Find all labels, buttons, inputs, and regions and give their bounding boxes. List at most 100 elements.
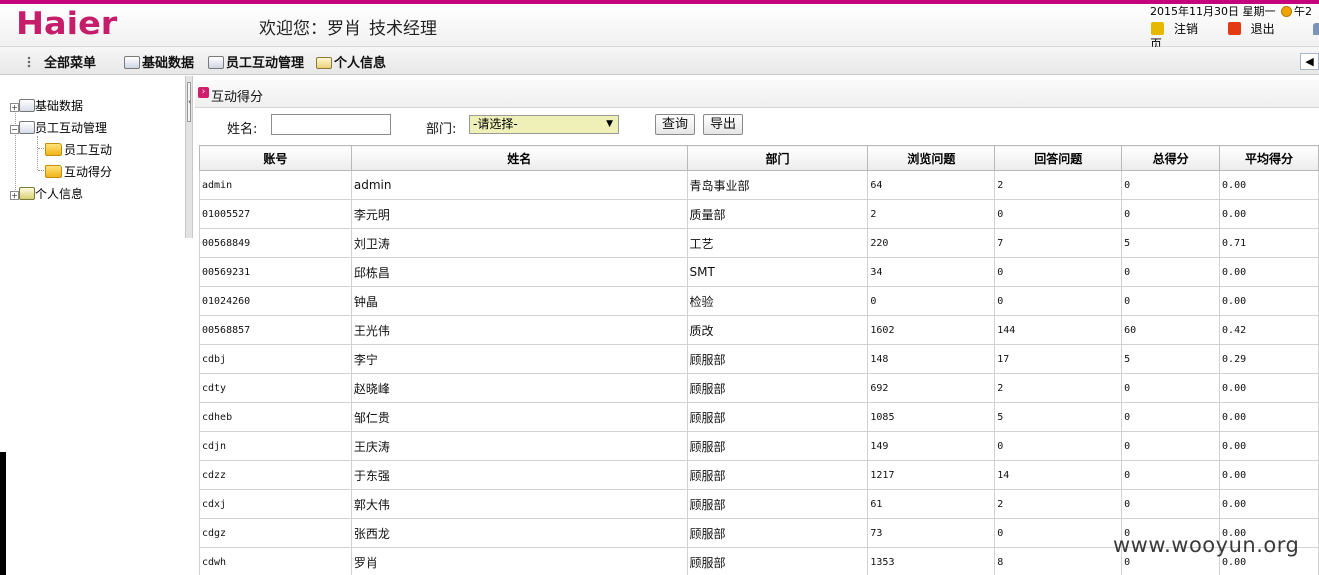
table-row[interactable]: admin admin 青岛事业部 64 2 0 0.00 — [199, 170, 1319, 200]
staff-interaction-icon — [19, 121, 35, 134]
tree-item-staff-interaction[interactable]: − 员工互动管理 — [10, 119, 107, 136]
total-score-cell: 0 — [1121, 170, 1221, 200]
column-header-department[interactable]: 部门 — [686, 145, 869, 171]
table-row[interactable]: cdxj 郭大伟 顾服部 61 2 0 0.00 — [199, 489, 1319, 519]
answered-cell: 0 — [994, 518, 1123, 548]
tree-item-interaction-score[interactable]: 互动得分 — [45, 163, 112, 180]
total-score-cell: 0 — [1121, 199, 1221, 229]
answered-cell: 0 — [994, 199, 1123, 229]
answered-cell: 14 — [994, 460, 1123, 490]
total-score-cell: 0 — [1121, 257, 1221, 287]
logout-link[interactable]: 注销 — [1151, 22, 1198, 36]
key-icon — [1151, 22, 1164, 35]
table-row[interactable]: cdheb 邹仁贵 顾服部 1085 5 0 0.00 — [199, 402, 1319, 432]
viewed-cell: 34 — [867, 257, 996, 287]
department-cell: 工艺 — [686, 228, 869, 258]
table-row[interactable]: cdzz 于东强 顾服部 1217 14 0 0.00 — [199, 460, 1319, 490]
answered-cell: 0 — [994, 286, 1123, 316]
filter-bar: 姓名: 部门: -请选择- ▼ 查询 导出 — [195, 110, 1319, 142]
department-cell: 质改 — [686, 315, 869, 345]
account-cell: cdzz — [199, 460, 352, 490]
user-name: 罗肖 — [327, 19, 361, 39]
table-row[interactable]: cdbj 李宁 顾服部 148 17 5 0.29 — [199, 344, 1319, 374]
name-cell: 张西龙 — [350, 518, 688, 548]
account-cell: 00568857 — [199, 315, 352, 345]
date-time: 2015年11月30日 星期一 午2 — [1150, 5, 1312, 19]
account-cell: 01005527 — [199, 199, 352, 229]
name-cell: 赵晓峰 — [350, 373, 688, 403]
welcome-prefix: 欢迎您： — [259, 19, 327, 39]
average-score-cell: 0.00 — [1219, 489, 1319, 519]
tree-item-staff-interaction-child[interactable]: 员工互动 — [45, 141, 112, 158]
answered-cell: 7 — [994, 228, 1123, 258]
table-row[interactable]: 00569231 邱栋昌 SMT 34 0 0 0.00 — [199, 257, 1319, 287]
department-cell: 质量部 — [686, 199, 869, 229]
department-cell: 顾服部 — [686, 431, 869, 461]
user-icon[interactable] — [1313, 23, 1319, 35]
personal-info-icon — [19, 187, 35, 200]
all-menu-button[interactable]: 全部菜单 — [26, 52, 96, 71]
account-cell: cdwh — [199, 547, 352, 575]
department-label: 部门: — [426, 122, 457, 137]
expand-icon[interactable]: + — [10, 103, 19, 112]
total-score-cell: 5 — [1121, 344, 1221, 374]
exit-link[interactable]: 退出 — [1227, 22, 1275, 36]
account-cell: cdheb — [199, 402, 352, 432]
sidebar-splitter[interactable]: ‹ — [185, 76, 193, 238]
column-header-average-score[interactable]: 平均得分 — [1219, 145, 1319, 171]
department-select[interactable]: -请选择- ▼ — [469, 115, 619, 134]
top-menu-bar: 全部菜单 基础数据 员工互动管理 个人信息 ◀ — [0, 47, 1319, 75]
department-cell: 顾服部 — [686, 344, 869, 374]
answered-cell: 2 — [994, 489, 1123, 519]
column-header-total-score[interactable]: 总得分 — [1121, 145, 1221, 171]
expand-icon[interactable]: + — [10, 191, 19, 200]
table-row[interactable]: 00568849 刘卫涛 工艺 220 7 5 0.71 — [199, 228, 1319, 258]
welcome-message: 欢迎您：罗肖 技术经理 — [259, 14, 437, 39]
collapse-arrow-icon[interactable]: ◀ — [1300, 53, 1319, 70]
menu-staff-interaction[interactable]: 员工互动管理 — [208, 52, 304, 71]
account-cell: cdjn — [199, 431, 352, 461]
account-cell: cdxj — [199, 489, 352, 519]
table-row[interactable]: 01005527 李元明 质量部 2 0 0 0.00 — [199, 199, 1319, 229]
account-cell: admin — [199, 170, 352, 200]
column-header-answered[interactable]: 回答问题 — [994, 145, 1123, 171]
column-header-name[interactable]: 姓名 — [350, 145, 688, 171]
name-input[interactable] — [271, 114, 391, 135]
tree-item-personal-info[interactable]: + 个人信息 — [10, 185, 83, 202]
haier-logo: Haier — [16, 6, 118, 42]
column-header-account[interactable]: 账号 — [199, 145, 352, 171]
viewed-cell: 1085 — [867, 402, 996, 432]
table-row[interactable]: 01024260 钟晶 检验 0 0 0 0.00 — [199, 286, 1319, 316]
menu-basic-data[interactable]: 基础数据 — [124, 52, 194, 71]
tree-item-basic-data[interactable]: + 基础数据 — [10, 97, 83, 114]
viewed-cell: 0 — [867, 286, 996, 316]
viewed-cell: 220 — [867, 228, 996, 258]
menu-personal-info[interactable]: 个人信息 — [316, 52, 386, 71]
watermark: www.wooyun.org — [1113, 533, 1300, 557]
total-score-cell: 0 — [1121, 373, 1221, 403]
account-cell: 00568849 — [199, 228, 352, 258]
total-score-cell: 0 — [1121, 460, 1221, 490]
table-row[interactable]: cdty 赵晓峰 顾服部 692 2 0 0.00 — [199, 373, 1319, 403]
collapse-icon[interactable]: − — [10, 125, 19, 134]
name-cell: 于东强 — [350, 460, 688, 490]
answered-cell: 2 — [994, 373, 1123, 403]
export-button[interactable]: 导出 — [703, 114, 744, 135]
table-row[interactable]: cdjn 王庆涛 顾服部 149 0 0 0.00 — [199, 431, 1319, 461]
staff-interaction-icon — [208, 56, 224, 69]
name-cell: admin — [350, 170, 688, 200]
query-button[interactable]: 查询 — [655, 114, 696, 135]
account-cell: 00569231 — [199, 257, 352, 287]
answered-cell: 17 — [994, 344, 1123, 374]
score-table: 账号 姓名 部门 浏览问题 回答问题 总得分 平均得分 admin admin 青岛… — [199, 145, 1319, 575]
department-cell: 顾服部 — [686, 460, 869, 490]
column-header-viewed[interactable]: 浏览问题 — [867, 145, 996, 171]
total-score-cell: 0 — [1121, 402, 1221, 432]
average-score-cell: 0.00 — [1219, 199, 1319, 229]
average-score-cell: 0.42 — [1219, 315, 1319, 345]
app-header: Haier 欢迎您：罗肖 技术经理 2015年11月30日 星期一 午2 注销 退… — [0, 0, 1319, 51]
viewed-cell: 1353 — [867, 547, 996, 575]
splitter-handle-icon[interactable]: ‹ — [187, 82, 191, 122]
viewed-cell: 61 — [867, 489, 996, 519]
table-row[interactable]: 00568857 王光伟 质改 1602 144 60 0.42 — [199, 315, 1319, 345]
